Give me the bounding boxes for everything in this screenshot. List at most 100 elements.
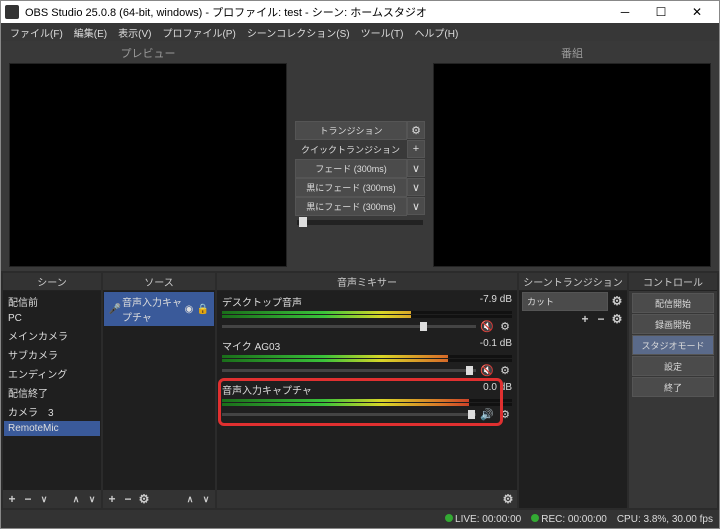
mixer-channel-capture: 音声入力キャプチャ 0.0 dB 🔊 ⚙ <box>218 380 516 423</box>
mixer-dock: 音声ミキサー デスクトップ音声-7.9 dB 🔇 ⚙ マイク AG03-0.1 … <box>217 273 517 508</box>
transition-button[interactable]: トランジション <box>295 121 407 140</box>
settings-button[interactable]: 設定 <box>632 356 714 376</box>
add-quick-transition-icon[interactable]: + <box>407 140 425 158</box>
menu-profile[interactable]: プロファイル(P) <box>157 23 240 42</box>
controls-dock: コントロール 配信開始 録画開始 スタジオモード 設定 終了 <box>629 273 717 508</box>
quick-transition-label: クイックトランジション <box>295 141 407 158</box>
maximize-button[interactable]: ☐ <box>643 1 679 23</box>
controls-body: 配信開始 録画開始 スタジオモード 設定 終了 <box>629 291 717 508</box>
mute-icon[interactable]: 🔇 <box>480 364 494 377</box>
scene-up-icon[interactable]: ∧ <box>69 492 83 506</box>
blackfade1-button[interactable]: 黒にフェード (300ms) <box>295 178 407 197</box>
scenes-dock: シーン 配信前 PC メインカメラ サブカメラ エンディング 配信終了 カメラ … <box>3 273 101 508</box>
source-down-icon[interactable]: ∨ <box>199 492 213 506</box>
mixer-body: デスクトップ音声-7.9 dB 🔇 ⚙ マイク AG03-0.1 dB 🔇 ⚙ <box>217 291 517 490</box>
scene-add-icon[interactable]: + <box>5 492 19 506</box>
mixer-ch-db: -7.9 dB <box>480 294 512 309</box>
transition-settings-icon[interactable]: ⚙ <box>407 121 425 139</box>
scene-item[interactable]: 配信前 <box>4 292 100 311</box>
sources-footer: + − ⚙ ∧ ∨ <box>103 490 215 508</box>
volume-handle[interactable] <box>466 366 473 375</box>
mixer-advanced-icon[interactable]: ⚙ <box>501 492 515 506</box>
scene-item[interactable]: PC <box>4 311 100 326</box>
scene-item[interactable]: エンディング <box>4 364 100 383</box>
menu-edit[interactable]: 編集(E) <box>69 23 112 42</box>
mixer-footer: ⚙ <box>217 490 517 508</box>
scene-item[interactable]: カメラ 3 <box>4 402 100 421</box>
mixer-header: 音声ミキサー <box>217 273 517 291</box>
app-icon <box>5 5 19 19</box>
mixer-channel-desktop: デスクトップ音声 -7.9 dB 🔇 ⚙ <box>218 292 516 335</box>
mixer-ch-db: 0.0 dB <box>483 382 512 397</box>
transition-select[interactable]: カット <box>522 292 608 311</box>
scene-item[interactable]: サブカメラ <box>4 345 100 364</box>
mixer-ch-name: デスクトップ音声 <box>222 294 302 309</box>
controls-header: コントロール <box>629 273 717 291</box>
fade-dropdown-icon[interactable]: ∨ <box>407 159 425 177</box>
preview-area: プレビュー トランジション ⚙ クイックトランジション + フェード (300m… <box>1 41 719 271</box>
volume-handle[interactable] <box>468 410 475 419</box>
window-title: OBS Studio 25.0.8 (64-bit, windows) - プロ… <box>25 4 607 20</box>
volume-handle[interactable] <box>420 322 427 331</box>
preview-column: プレビュー <box>1 41 295 271</box>
close-button[interactable]: ✕ <box>679 1 715 23</box>
scene-item[interactable]: 配信終了 <box>4 383 100 402</box>
source-add-icon[interactable]: + <box>105 492 119 506</box>
mixer-volume-slider[interactable] <box>222 369 476 372</box>
blackfade2-button[interactable]: 黒にフェード (300ms) <box>295 197 407 216</box>
mixer-ch-name: 音声入力キャプチャ <box>222 382 312 397</box>
menu-help[interactable]: ヘルプ(H) <box>409 23 463 42</box>
start-streaming-button[interactable]: 配信開始 <box>632 293 714 313</box>
mixer-settings-icon[interactable]: ⚙ <box>498 320 512 333</box>
blackfade1-dropdown-icon[interactable]: ∨ <box>407 178 425 196</box>
source-settings-icon[interactable]: ⚙ <box>137 492 151 506</box>
menu-scene-collection[interactable]: シーンコレクション(S) <box>242 23 355 42</box>
studio-mode-button[interactable]: スタジオモード <box>632 335 714 355</box>
exit-button[interactable]: 終了 <box>632 377 714 397</box>
mixer-volume-slider[interactable] <box>222 325 476 328</box>
scene-item[interactable]: メインカメラ <box>4 326 100 345</box>
scenes-list[interactable]: 配信前 PC メインカメラ サブカメラ エンディング 配信終了 カメラ 3 Re… <box>3 291 101 490</box>
source-remove-icon[interactable]: − <box>121 492 135 506</box>
menu-file[interactable]: ファイル(F) <box>5 23 68 42</box>
strans-settings-icon[interactable]: ⚙ <box>610 294 624 308</box>
scenes-header: シーン <box>3 273 101 291</box>
tbar-handle[interactable] <box>299 217 307 227</box>
start-recording-button[interactable]: 録画開始 <box>632 314 714 334</box>
blackfade2-dropdown-icon[interactable]: ∨ <box>407 197 425 215</box>
source-up-icon[interactable]: ∧ <box>183 492 197 506</box>
fade-transition-button[interactable]: フェード (300ms) <box>295 159 407 178</box>
strans-props-icon[interactable]: ⚙ <box>610 312 624 326</box>
mute-icon[interactable]: 🔇 <box>480 320 494 333</box>
mixer-volume-slider[interactable] <box>222 413 476 416</box>
scene-item-selected[interactable]: RemoteMic <box>4 421 100 436</box>
source-item-selected[interactable]: 🎤 音声入力キャプチャ ◉ 🔒 <box>104 292 214 326</box>
scene-menu-icon[interactable]: ∨ <box>37 492 51 506</box>
menu-tools[interactable]: ツール(T) <box>356 23 409 42</box>
scene-remove-icon[interactable]: − <box>21 492 35 506</box>
speaker-icon[interactable]: 🔊 <box>480 408 494 421</box>
sources-header: ソース <box>103 273 215 291</box>
strans-add-icon[interactable]: + <box>578 312 592 326</box>
status-live: LIVE: 00:00:00 <box>455 514 521 525</box>
preview-canvas[interactable] <box>9 63 287 267</box>
menu-bar: ファイル(F) 編集(E) 表示(V) プロファイル(P) シーンコレクション(… <box>1 23 719 41</box>
transition-column: トランジション ⚙ クイックトランジション + フェード (300ms) ∨ 黒… <box>295 41 425 271</box>
source-visibility-icon[interactable]: ◉ <box>182 304 196 315</box>
mixer-settings-icon[interactable]: ⚙ <box>498 408 512 421</box>
status-dot-icon <box>445 514 453 522</box>
menu-view[interactable]: 表示(V) <box>113 23 156 42</box>
mixer-ch-db: -0.1 dB <box>480 338 512 353</box>
program-canvas[interactable] <box>433 63 711 267</box>
sources-list[interactable]: 🎤 音声入力キャプチャ ◉ 🔒 <box>103 291 215 490</box>
tbar-slider[interactable] <box>297 220 423 225</box>
minimize-button[interactable]: ─ <box>607 1 643 23</box>
source-lock-icon[interactable]: 🔒 <box>196 304 210 315</box>
scene-down-icon[interactable]: ∨ <box>85 492 99 506</box>
strans-remove-icon[interactable]: − <box>594 312 608 326</box>
scenes-footer: + − ∨ ∧ ∨ <box>3 490 101 508</box>
status-rec: REC: 00:00:00 <box>541 514 607 525</box>
strans-header: シーントランジション <box>519 273 627 291</box>
status-dot-icon <box>531 514 539 522</box>
mixer-settings-icon[interactable]: ⚙ <box>498 364 512 377</box>
